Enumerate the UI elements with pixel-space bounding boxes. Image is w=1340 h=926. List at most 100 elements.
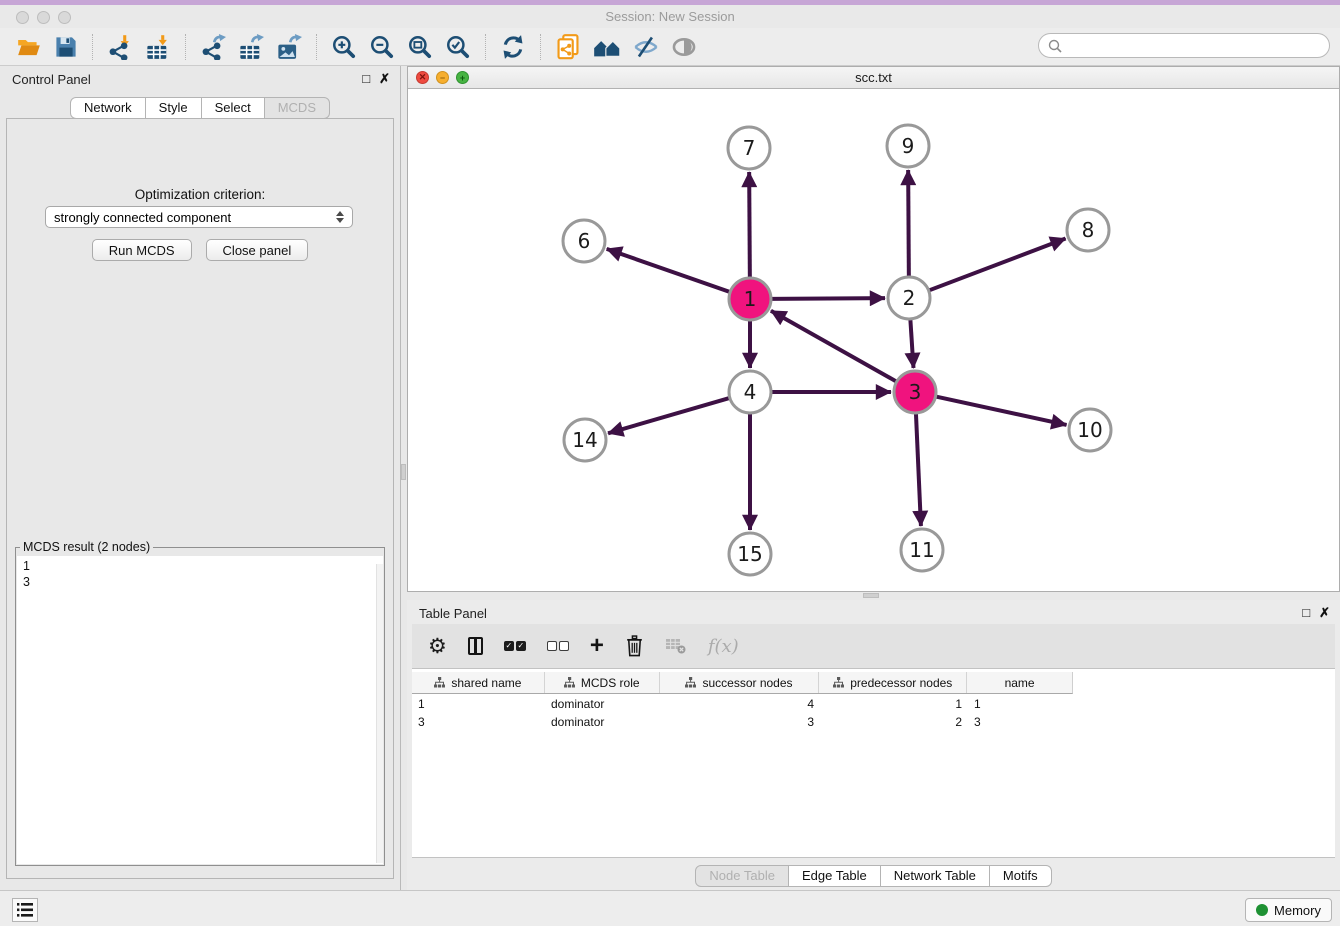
cell-successor-nodes[interactable]: 3 <box>660 714 820 730</box>
cell-shared-name[interactable]: 3 <box>412 714 545 730</box>
search-icon <box>1048 39 1062 53</box>
graph-edge-2-8[interactable] <box>930 239 1066 291</box>
title-bar: Session: New Session <box>0 0 1340 28</box>
column-type-icon <box>685 677 696 688</box>
graph-node-label-2: 2 <box>903 286 916 310</box>
cell-predecessor-nodes[interactable]: 1 <box>820 696 968 712</box>
graph-edge-3-10[interactable] <box>936 397 1066 425</box>
tab-network[interactable]: Network <box>70 97 146 119</box>
tab-style[interactable]: Style <box>145 97 202 119</box>
table-options-button[interactable]: ⚙ <box>428 636 447 656</box>
toolbar-separator <box>185 34 186 60</box>
splitter-grip[interactable] <box>863 593 879 598</box>
zoom-selected-button[interactable] <box>439 32 477 62</box>
plus-icon: + <box>590 637 604 655</box>
zoom-in-button[interactable] <box>325 32 363 62</box>
close-panel-icon[interactable]: ✗ <box>1319 605 1330 621</box>
refresh-icon <box>500 34 526 60</box>
import-network-button[interactable] <box>101 32 139 62</box>
float-panel-icon[interactable]: □ <box>362 71 370 87</box>
mcds-result-title: MCDS result (2 nodes) <box>20 540 153 554</box>
criterion-select[interactable]: strongly connected component <box>45 206 353 228</box>
network-window-titlebar[interactable]: ✕ − + scc.txt <box>408 67 1339 89</box>
cell-mcds-role[interactable]: dominator <box>545 714 660 730</box>
import-table-button[interactable] <box>139 32 177 62</box>
toolbar-separator <box>485 34 486 60</box>
graph-edge-1-6[interactable] <box>607 249 730 292</box>
control-panel-title: Control Panel <box>12 72 91 87</box>
mcds-panel: Optimization criterion: strongly connect… <box>6 118 394 879</box>
fx-icon: f(x) <box>708 636 739 657</box>
tab-mcds[interactable]: MCDS <box>264 97 330 119</box>
graph-edge-1-7[interactable] <box>749 172 750 277</box>
float-panel-icon[interactable]: □ <box>1302 605 1310 621</box>
export-table-icon <box>238 34 264 60</box>
graph-edge-3-1[interactable] <box>771 311 896 381</box>
table-row[interactable]: 3 dominator 3 2 3 <box>412 712 1073 730</box>
close-panel-button[interactable]: Close panel <box>206 239 309 261</box>
network-canvas[interactable]: 7968124314101511 <box>408 90 1339 591</box>
window-title: Session: New Session <box>0 9 1340 24</box>
mcds-result-group: MCDS result (2 nodes) 1 3 <box>15 547 385 866</box>
show-all-button[interactable] <box>665 33 703 61</box>
column-header-name[interactable]: name <box>967 672 1072 693</box>
close-panel-icon[interactable]: ✗ <box>379 71 390 87</box>
tab-motifs[interactable]: Motifs <box>989 865 1052 887</box>
export-table-button[interactable] <box>232 32 270 62</box>
mcds-result-text[interactable]: 1 3 <box>17 556 383 864</box>
column-header-predecessor-nodes[interactable]: predecessor nodes <box>819 672 967 693</box>
graph-edge-2-3[interactable] <box>910 320 913 368</box>
tab-network-table[interactable]: Network Table <box>880 865 990 887</box>
graph-edge-4-14[interactable] <box>608 398 729 433</box>
cell-name[interactable]: 3 <box>968 714 1073 730</box>
table-row[interactable]: 1 dominator 4 1 1 <box>412 694 1073 712</box>
graph-node-label-10: 10 <box>1077 418 1102 442</box>
export-image-button[interactable] <box>270 32 308 62</box>
toolbar-separator <box>316 34 317 60</box>
console-button[interactable] <box>12 898 38 922</box>
tab-select[interactable]: Select <box>201 97 265 119</box>
cell-mcds-role[interactable]: dominator <box>545 696 660 712</box>
column-header-successor-nodes[interactable]: successor nodes <box>660 672 820 693</box>
cell-successor-nodes[interactable]: 4 <box>660 696 820 712</box>
zoom-selected-icon <box>445 34 471 60</box>
cell-name[interactable]: 1 <box>968 696 1073 712</box>
vertical-splitter[interactable] <box>400 66 407 890</box>
graph-edge-1-2[interactable] <box>772 298 885 299</box>
tab-node-table[interactable]: Node Table <box>695 865 789 887</box>
run-mcds-button[interactable]: Run MCDS <box>92 239 192 261</box>
export-network-icon <box>200 34 226 60</box>
result-scrollbar[interactable] <box>376 564 383 863</box>
network-file-icon <box>555 34 581 60</box>
horizontal-splitter[interactable] <box>407 592 1340 600</box>
graph-edge-2-9[interactable] <box>908 170 909 276</box>
zoom-out-button[interactable] <box>363 32 401 62</box>
tab-edge-table[interactable]: Edge Table <box>788 865 881 887</box>
clear-selection-button[interactable] <box>547 641 569 651</box>
first-neighbors-button[interactable] <box>587 33 627 61</box>
memory-button[interactable]: Memory <box>1245 898 1332 922</box>
open-file-button[interactable] <box>10 33 48 61</box>
zoom-fit-button[interactable] <box>401 32 439 62</box>
search-box[interactable] <box>1038 33 1330 58</box>
show-columns-button[interactable] <box>468 637 483 655</box>
cell-predecessor-nodes[interactable]: 2 <box>820 714 968 730</box>
hide-selected-button[interactable] <box>627 33 665 61</box>
network-graph[interactable]: 7968124314101511 <box>408 90 1339 593</box>
search-input[interactable] <box>1068 38 1320 53</box>
column-header-shared-name[interactable]: shared name <box>412 672 545 693</box>
select-all-button[interactable]: ✓✓ <box>504 641 526 651</box>
copy-network-button[interactable] <box>549 32 587 62</box>
network-window-title: scc.txt <box>408 70 1339 85</box>
cell-shared-name[interactable]: 1 <box>412 696 545 712</box>
graph-edge-3-11[interactable] <box>916 414 921 526</box>
column-header-mcds-role[interactable]: MCDS role <box>545 672 660 693</box>
save-session-button[interactable] <box>48 33 84 61</box>
export-network-button[interactable] <box>194 32 232 62</box>
apply-layout-button[interactable] <box>494 32 532 62</box>
eye-slash-icon <box>633 35 659 59</box>
delete-table-button-disabled <box>665 637 687 655</box>
add-column-button[interactable]: + <box>590 637 604 655</box>
delete-column-button[interactable] <box>625 635 644 657</box>
splitter-grip[interactable] <box>401 464 406 480</box>
